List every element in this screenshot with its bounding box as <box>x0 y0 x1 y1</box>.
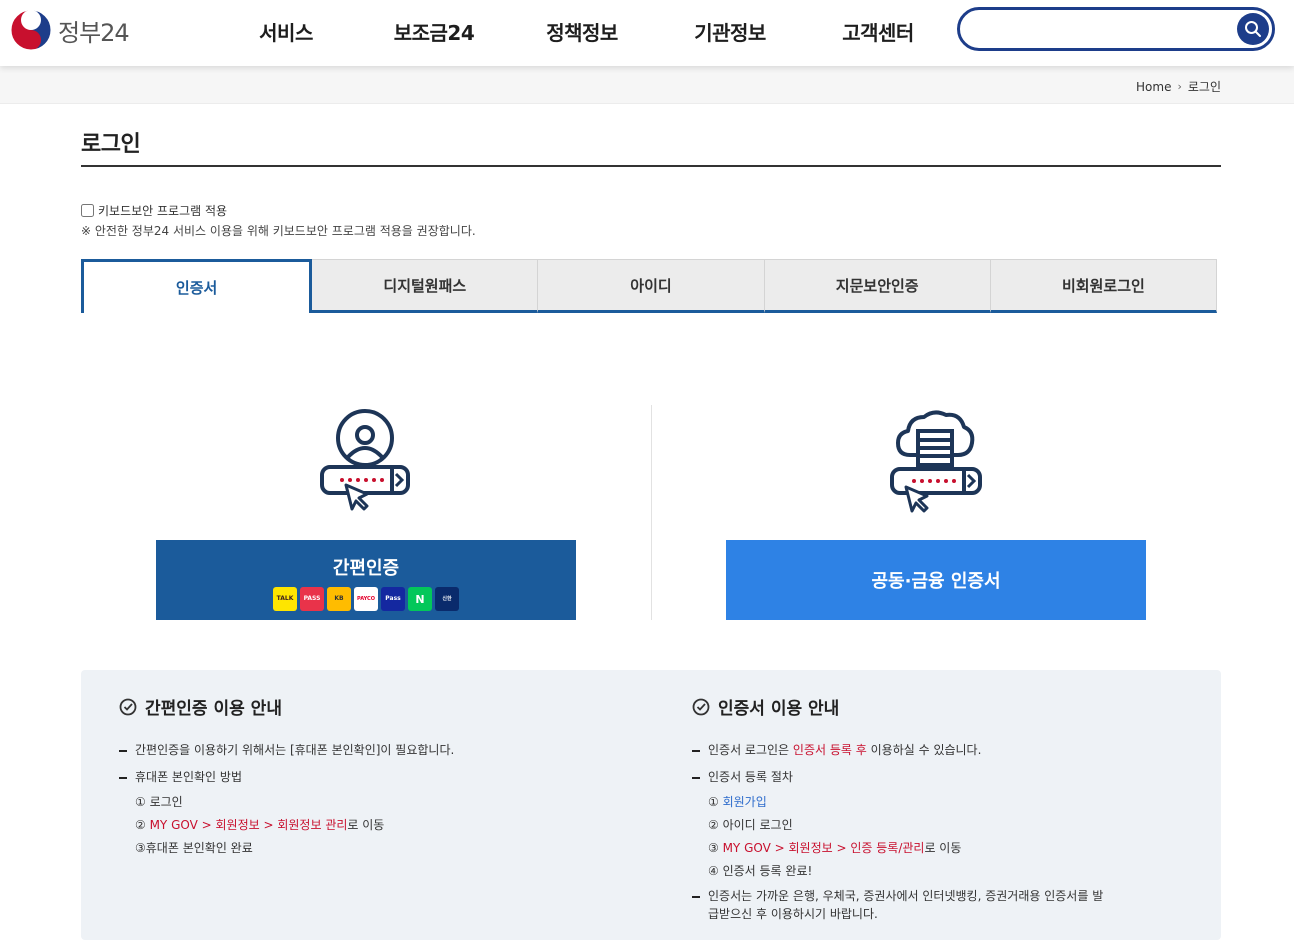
keyboard-security-checkbox[interactable] <box>81 204 94 217</box>
step-move: ③ MY GOV > 회원정보 > 인증 등록/관리로 이동 <box>692 839 1112 857</box>
simple-auth-button[interactable]: 간편인증 TALK PASS KB PAYCO Pass N 신한 <box>156 540 576 620</box>
payco-icon: PAYCO <box>354 587 378 611</box>
certificate-guide-header: 인증서 이용 안내 <box>692 694 1112 719</box>
nav-policy[interactable]: 정책정보 <box>508 17 656 46</box>
step-complete: ④ 인증서 등록 완료! <box>708 864 813 878</box>
shinhan-icon: 신한 <box>435 587 459 611</box>
list-item: 휴대폰 본인확인 방법 <box>119 768 454 786</box>
step-signup: ① 회원가입 <box>692 793 1112 811</box>
breadcrumb-current: 로그인 <box>1187 80 1221 94</box>
list-item: 인증서 등록 절차 <box>692 768 1112 786</box>
step-suffix: 로 이동 <box>347 818 385 832</box>
signup-link[interactable]: 회원가입 <box>723 795 767 809</box>
simple-auth-guide-header: 간편인증 이용 안내 <box>119 694 454 719</box>
check-circle-icon <box>692 698 710 715</box>
certificate-login-button[interactable]: 공동·금융 인증서 <box>726 540 1146 620</box>
search-box <box>957 7 1275 51</box>
kakao-talk-icon: TALK <box>273 587 297 611</box>
item-text: 이용하실 수 있습니다. <box>866 743 982 757</box>
step-move: ② MY GOV > 회원정보 > 회원정보 관리로 이동 <box>119 816 454 834</box>
member-info-link[interactable]: MY GOV > 회원정보 > 회원정보 관리 <box>150 818 348 832</box>
step-number: ③ <box>708 841 723 855</box>
step-complete: ③휴대폰 본인확인 완료 <box>135 841 253 855</box>
user-login-icon <box>320 409 410 511</box>
keyboard-security-label: 키보드보안 프로그램 적용 <box>98 204 228 218</box>
cloud-certificate-icon <box>890 410 982 513</box>
check-circle-icon <box>119 698 137 715</box>
guide-panel: 간편인증 이용 안내 간편인증을 이용하기 위해서는 [휴대폰 본인확인]이 필… <box>81 670 1221 940</box>
nav-support[interactable]: 고객센터 <box>804 17 952 46</box>
breadcrumb-bar: Home › 로그인 <box>0 66 1294 104</box>
header: 정부24 서비스 보조금24 정책정보 기관정보 고객센터 <box>0 0 1294 66</box>
list-item: 간편인증을 이용하기 위해서는 [휴대폰 본인확인]이 필요합니다. <box>119 741 454 759</box>
breadcrumb: Home › 로그인 <box>1136 78 1221 95</box>
page-title: 로그인 <box>81 132 141 157</box>
step-id-login: ② 아이디 로그인 <box>708 818 793 832</box>
simple-auth-guide: 간편인증 이용 안내 간편인증을 이용하기 위해서는 [휴대폰 본인확인]이 필… <box>119 694 454 864</box>
taegeuk-logo-icon <box>10 9 52 51</box>
tab-guest-login[interactable]: 비회원로그인 <box>990 259 1218 313</box>
keyboard-security-note: ※ 안전한 정부24 서비스 이용을 위해 키보드보안 프로그램 적용을 권장합… <box>81 224 476 238</box>
simple-auth-guide-title: 간편인증 이용 안내 <box>145 699 282 719</box>
simple-auth-label: 간편인증 <box>332 558 400 579</box>
naver-icon: N <box>408 587 432 611</box>
samsung-pass-icon: Pass <box>381 587 405 611</box>
logo[interactable]: 정부24 <box>10 9 130 51</box>
main-nav: 서비스 보조금24 정책정보 기관정보 고객센터 <box>212 0 952 62</box>
kb-icon: KB <box>327 587 351 611</box>
chevron-right-icon: › <box>1177 80 1182 93</box>
tab-fingerprint[interactable]: 지문보안인증 <box>764 259 991 313</box>
search-input[interactable] <box>974 16 1234 42</box>
tab-digital-onepass[interactable]: 디지털원패스 <box>312 259 539 313</box>
step-number: ② <box>135 818 150 832</box>
pass-icon: PASS <box>300 587 324 611</box>
step-number: ① <box>708 795 723 809</box>
list-item: 인증서는 가까운 은행, 우체국, 증권사에서 인터넷뱅킹, 증권거래용 인증서… <box>692 887 1112 923</box>
list-item: 인증서 로그인은 인증서 등록 후 이용하실 수 있습니다. <box>692 741 1112 759</box>
auth-provider-list: TALK PASS KB PAYCO Pass N 신한 <box>156 587 576 611</box>
certificate-guide: 인증서 이용 안내 인증서 로그인은 인증서 등록 후 이용하실 수 있습니다.… <box>692 694 1112 932</box>
nav-agency[interactable]: 기관정보 <box>656 17 804 46</box>
keyboard-security-option[interactable]: 키보드보안 프로그램 적용 <box>81 202 227 219</box>
search-button[interactable] <box>1237 13 1269 45</box>
step-suffix: 로 이동 <box>924 841 962 855</box>
cert-register-link[interactable]: 인증서 등록 후 <box>793 743 867 757</box>
tab-certificate[interactable]: 인증서 <box>81 259 313 313</box>
nav-subsidy[interactable]: 보조금24 <box>360 17 508 46</box>
step-login: ① 로그인 <box>135 795 183 809</box>
login-tabs: 인증서 디지털원패스 아이디 지문보안인증 비회원로그인 <box>81 259 1218 313</box>
breadcrumb-home[interactable]: Home <box>1136 80 1171 94</box>
cert-manage-link[interactable]: MY GOV > 회원정보 > 인증 등록/관리 <box>723 841 925 855</box>
item-text: 인증서 로그인은 <box>708 743 793 757</box>
tab-id[interactable]: 아이디 <box>538 259 765 313</box>
title-divider <box>81 165 1221 167</box>
certificate-guide-title: 인증서 이용 안내 <box>718 699 840 719</box>
nav-service[interactable]: 서비스 <box>212 17 360 46</box>
logo-text: 정부24 <box>58 18 130 47</box>
options-divider <box>651 405 652 620</box>
search-icon <box>1245 21 1261 37</box>
